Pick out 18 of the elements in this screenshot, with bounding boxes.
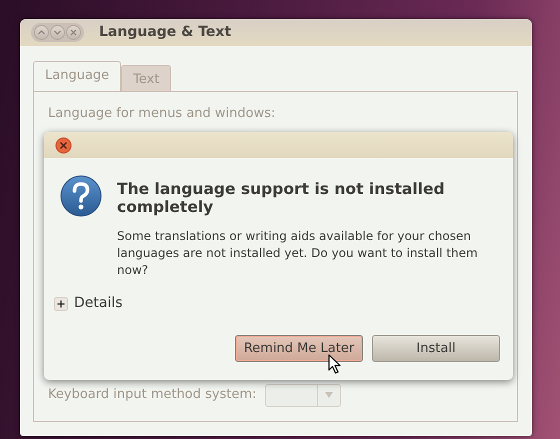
window-title: Language & Text [99,23,232,42]
dialog-message: Some translations or writing aids available for your chosen languages are not installed yet. Do you want to install them now? [117,228,479,279]
dropdown-arrow-icon [324,392,333,398]
field-label: Keyboard input method system: [48,386,257,404]
pointer-icon [328,354,341,374]
remind-later-button[interactable]: Remind Me Later [235,335,363,362]
close-icon [69,28,78,37]
close-button[interactable] [66,25,81,40]
install-button[interactable]: Install [372,335,500,362]
maximize-button[interactable] [50,25,65,40]
field-label: Language for menus and windows: [48,104,276,122]
input-method-combo[interactable] [264,384,341,406]
minimize-button[interactable] [34,25,49,40]
expand-icon[interactable] [54,296,68,310]
close-icon[interactable] [55,136,72,154]
details-expander[interactable]: Details [74,293,123,314]
dialog-heading: The language support is not installed completely [117,180,446,216]
question-icon [60,175,102,219]
